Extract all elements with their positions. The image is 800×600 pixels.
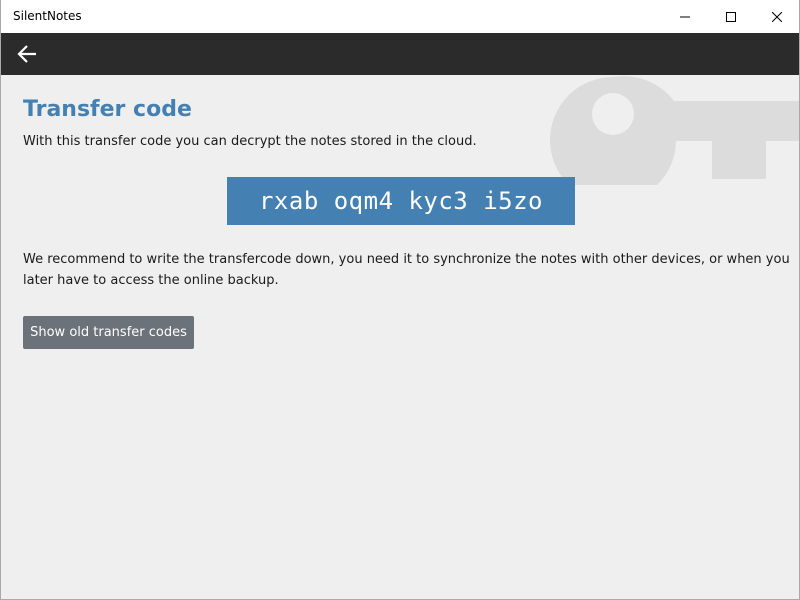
maximize-button[interactable]	[708, 0, 754, 33]
arrow-left-icon	[17, 45, 36, 63]
transfer-code: rxab oqm4 kyc3 i5zo	[227, 177, 575, 225]
close-icon	[772, 11, 782, 22]
back-button[interactable]	[7, 35, 47, 73]
maximize-icon	[726, 11, 736, 22]
key-icon	[550, 76, 799, 185]
title-bar: SilentNotes	[1, 0, 799, 33]
app-window: SilentNotes Transfer code With this tran…	[0, 0, 800, 600]
app-bar	[1, 33, 799, 75]
recommendation-text: We recommend to write the transfercode d…	[23, 252, 790, 288]
transfer-code-page: Transfer code With this transfer code yo…	[1, 75, 799, 599]
window-title: SilentNotes	[13, 9, 82, 23]
minimize-button[interactable]	[662, 0, 708, 33]
close-button[interactable]	[754, 0, 799, 33]
minimize-icon	[680, 16, 690, 17]
intro-text: With this transfer code you can decrypt …	[23, 134, 477, 149]
page-title: Transfer code	[23, 97, 192, 122]
show-old-codes-button[interactable]: Show old transfer codes	[23, 316, 194, 349]
